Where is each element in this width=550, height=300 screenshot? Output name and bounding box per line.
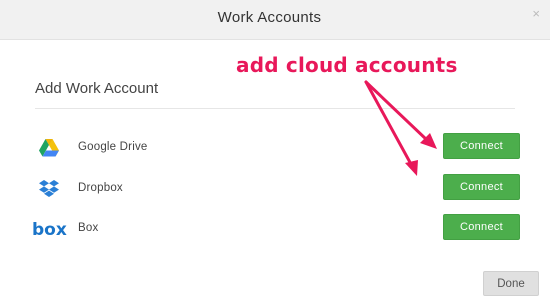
section-title: Add Work Account — [35, 80, 159, 97]
connect-button-dropbox[interactable]: Connect — [443, 174, 520, 200]
account-label: Dropbox — [78, 182, 123, 194]
account-row-dropbox: Dropbox Connect — [0, 174, 550, 204]
svg-text:box: box — [32, 220, 67, 240]
connect-button-google-drive[interactable]: Connect — [443, 133, 520, 159]
dialog-title: Work Accounts — [217, 9, 322, 26]
annotation-text: add cloud accounts — [236, 53, 458, 77]
work-accounts-dialog: Work Accounts × Add Work Account Google … — [0, 0, 550, 300]
box-icon: box — [32, 218, 68, 240]
dropbox-icon — [38, 178, 60, 200]
close-icon[interactable]: × — [532, 7, 540, 20]
google-drive-icon — [38, 137, 60, 159]
account-label: Google Drive — [78, 141, 148, 153]
connect-button-box[interactable]: Connect — [443, 214, 520, 240]
account-row-box: box Box Connect — [0, 214, 550, 244]
done-button[interactable]: Done — [483, 271, 539, 296]
account-label: Box — [78, 222, 99, 234]
divider — [35, 108, 515, 109]
account-row-google-drive: Google Drive Connect — [0, 133, 550, 163]
dialog-header: Work Accounts × — [0, 0, 550, 40]
